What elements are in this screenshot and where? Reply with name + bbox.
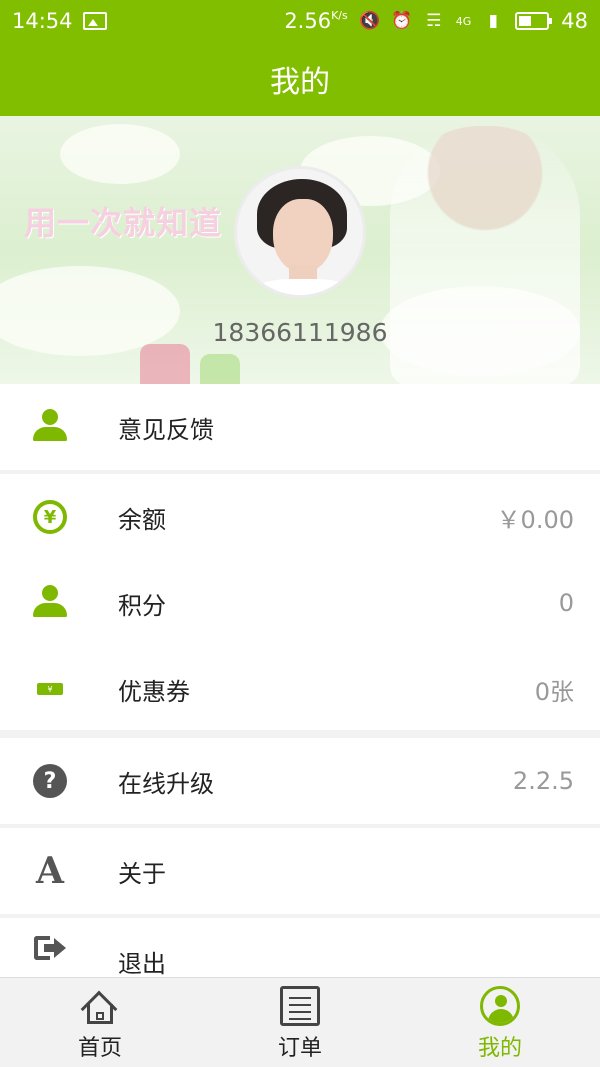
tab-label: 订单 xyxy=(277,1036,322,1061)
user-phone-number: 18366111986 xyxy=(212,318,388,347)
avatar[interactable] xyxy=(234,166,366,298)
banner-cloud xyxy=(60,124,180,184)
menu-item-balance[interactable]: ¥ 余额 ￥0.00 xyxy=(0,474,600,560)
menu-item-label: 关于 xyxy=(118,859,166,888)
tab-label: 我的 xyxy=(477,1036,522,1061)
user-circle-icon xyxy=(480,986,520,1026)
coupons-value: 0张 xyxy=(534,677,574,706)
about-section: A 关于 xyxy=(0,828,600,914)
ticket-icon: ¥ xyxy=(32,671,68,707)
menu-item-coupons[interactable]: ¥ 优惠券 0张 xyxy=(0,646,600,732)
menu-item-upgrade[interactable]: ? 在线升级 2.2.5 xyxy=(0,738,600,824)
logout-icon xyxy=(32,930,68,966)
bottom-navigation: 首页 订单 我的 xyxy=(0,977,600,1067)
battery-icon xyxy=(515,12,553,30)
network-type: 4G xyxy=(455,14,472,28)
banner-product xyxy=(200,354,240,384)
menu-item-label: 退出 xyxy=(118,950,166,977)
menu-item-label: 意见反馈 xyxy=(118,415,214,444)
account-section: ¥ 余额 ￥0.00 积分 0 ¥ 优惠券 0张 xyxy=(0,474,600,730)
status-bar: 14:54 2.56K/s 🔇 ⏰ ☴ 4G ▮ 48 xyxy=(0,0,600,42)
person-icon xyxy=(32,409,68,445)
document-icon xyxy=(280,986,320,1026)
logout-section: 退出 xyxy=(0,918,600,977)
person-icon xyxy=(32,585,68,621)
menu-item-about[interactable]: A 关于 xyxy=(0,828,600,914)
page-title: 我的 xyxy=(270,65,330,100)
network-speed-value: 2.56 xyxy=(284,9,332,33)
wifi-icon: ☴ xyxy=(426,11,442,31)
home-icon xyxy=(80,986,120,1028)
tab-orders[interactable]: 订单 xyxy=(200,978,400,1067)
alarm-icon: ⏰ xyxy=(391,11,413,31)
status-indicators: 2.56K/s 🔇 ⏰ ☴ 4G ▮ 48 xyxy=(284,9,588,33)
image-notification-icon xyxy=(82,12,107,30)
menu-item-label: 优惠券 xyxy=(118,677,190,706)
menu-item-label: 积分 xyxy=(118,591,166,620)
menu-item-label: 在线升级 xyxy=(118,769,214,798)
question-icon: ? xyxy=(32,763,68,799)
banner-product xyxy=(140,344,190,384)
points-value: 0 xyxy=(558,589,574,617)
menu-item-label: 余额 xyxy=(118,505,166,534)
profile-banner: 用一次就知道 18366111986 xyxy=(0,116,600,384)
signal-icon: ▮ xyxy=(488,11,498,31)
status-time: 14:54 xyxy=(12,9,73,33)
feedback-section: 意见反馈 xyxy=(0,384,600,470)
tab-home[interactable]: 首页 xyxy=(0,978,200,1067)
page-header: 我的 xyxy=(0,42,600,116)
upgrade-section: ? 在线升级 2.2.5 xyxy=(0,738,600,824)
menu-item-logout[interactable]: 退出 xyxy=(0,918,600,977)
network-speed: 2.56K/s xyxy=(284,9,347,33)
yen-circle-icon: ¥ xyxy=(32,499,68,535)
battery-level xyxy=(519,16,532,26)
mute-icon: 🔇 xyxy=(359,11,381,31)
balance-value: ￥0.00 xyxy=(496,505,574,534)
tab-label: 首页 xyxy=(77,1036,122,1061)
battery-percent: 48 xyxy=(561,9,588,33)
menu-item-feedback[interactable]: 意见反馈 xyxy=(0,384,600,470)
letter-a-icon: A xyxy=(36,850,64,892)
version-value: 2.2.5 xyxy=(512,767,574,795)
banner-slogan: 用一次就知道 xyxy=(24,204,223,242)
network-speed-unit: K/s xyxy=(331,9,348,22)
menu-item-points[interactable]: 积分 0 xyxy=(0,560,600,646)
tab-mine[interactable]: 我的 xyxy=(400,978,600,1067)
